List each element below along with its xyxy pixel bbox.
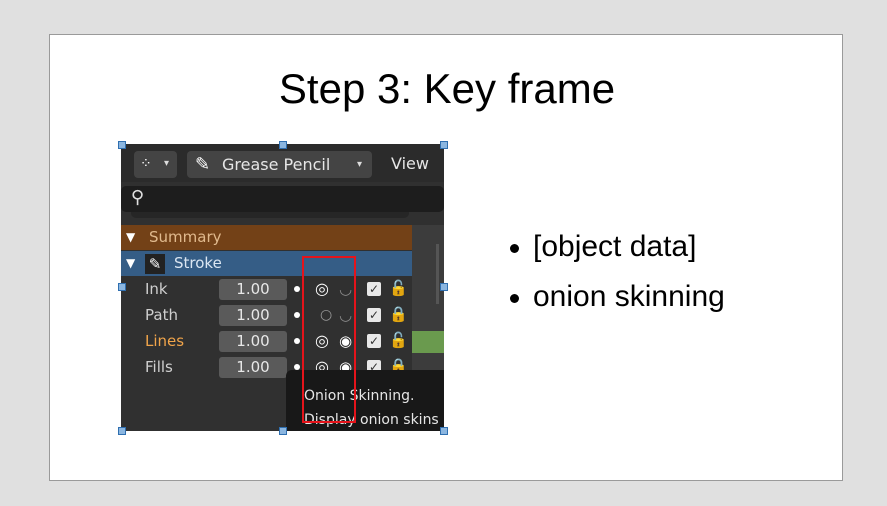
opacity-field[interactable]: 1.00 xyxy=(219,305,287,326)
layer-name[interactable]: Fills xyxy=(145,358,173,376)
editor-mode-label: Grease Pencil xyxy=(222,155,331,174)
object-label: Stroke xyxy=(174,254,222,272)
search-input[interactable]: ⚲ xyxy=(121,186,444,212)
grease-pencil-mode-icon: ⁘ xyxy=(140,156,152,172)
bullet-list[interactable]: [object data] onion skinning xyxy=(508,228,725,328)
resize-handle[interactable] xyxy=(118,141,126,149)
chevron-down-icon: ▾ xyxy=(164,158,170,169)
dot-icon xyxy=(294,286,300,292)
opacity-field[interactable]: 1.00 xyxy=(219,357,287,378)
resize-handle[interactable] xyxy=(118,427,126,435)
checkbox-icon[interactable]: ✓ xyxy=(367,282,381,296)
embedded-screenshot[interactable]: ⁘ ▾ ✎ Grease Pencil ▾ View ⚲ ▼ Summary ▼… xyxy=(121,144,444,431)
opacity-field[interactable]: 1.00 xyxy=(219,279,287,300)
highlight-box xyxy=(302,256,356,423)
lock-icon[interactable]: 🔒 xyxy=(389,304,408,324)
search-icon: ⚲ xyxy=(131,187,145,208)
dot-icon xyxy=(294,338,300,344)
resize-handle[interactable] xyxy=(440,427,448,435)
grease-pencil-object-icon: ✎ xyxy=(145,254,165,274)
expand-triangle-icon[interactable]: ▼ xyxy=(126,230,135,244)
view-menu[interactable]: View xyxy=(391,154,429,173)
resize-handle[interactable] xyxy=(440,283,448,291)
dot-icon xyxy=(294,312,300,318)
unlock-icon[interactable]: 🔓 xyxy=(389,278,408,298)
keyframe-block[interactable] xyxy=(412,331,444,353)
bullet-item: [object data] xyxy=(508,228,725,278)
dopesheet-header: ⁘ ▾ ✎ Grease Pencil ▾ View xyxy=(121,144,444,182)
expand-triangle-icon[interactable]: ▼ xyxy=(126,256,135,270)
pencil-icon: ✎ xyxy=(195,154,211,175)
chevron-down-icon: ▾ xyxy=(357,159,363,170)
summary-channel[interactable]: ▼ Summary xyxy=(121,225,412,250)
bullet-item: onion skinning xyxy=(508,278,725,328)
resize-handle[interactable] xyxy=(440,141,448,149)
scrollbar[interactable] xyxy=(436,244,439,304)
resize-handle[interactable] xyxy=(279,141,287,149)
layer-name[interactable]: Ink xyxy=(145,280,168,298)
layer-name-active[interactable]: Lines xyxy=(145,332,184,350)
unlock-icon[interactable]: 🔓 xyxy=(389,330,408,350)
mode-selector-button[interactable]: ⁘ ▾ xyxy=(134,151,177,178)
grease-pencil-dropdown[interactable]: ✎ Grease Pencil ▾ xyxy=(187,151,372,178)
layer-row-ink[interactable]: Ink 1.00 ◎ ◡ ✓ 🔓 xyxy=(141,277,412,302)
search-field-bottom xyxy=(131,212,409,218)
object-channel-stroke[interactable]: ▼ ✎ Stroke xyxy=(121,251,412,276)
layer-name[interactable]: Path xyxy=(145,306,178,324)
slide-title[interactable]: Step 3: Key frame xyxy=(50,65,844,113)
resize-handle[interactable] xyxy=(279,427,287,435)
checkbox-icon[interactable]: ✓ xyxy=(367,308,381,322)
layer-row-lines[interactable]: Lines 1.00 ◎ ◉ ✓ 🔓 xyxy=(141,329,412,354)
resize-handle[interactable] xyxy=(118,283,126,291)
summary-label: Summary xyxy=(149,228,222,246)
opacity-field[interactable]: 1.00 xyxy=(219,331,287,352)
checkbox-icon[interactable]: ✓ xyxy=(367,334,381,348)
layer-row-path[interactable]: Path 1.00 ○ ◡ ✓ 🔒 xyxy=(141,303,412,328)
